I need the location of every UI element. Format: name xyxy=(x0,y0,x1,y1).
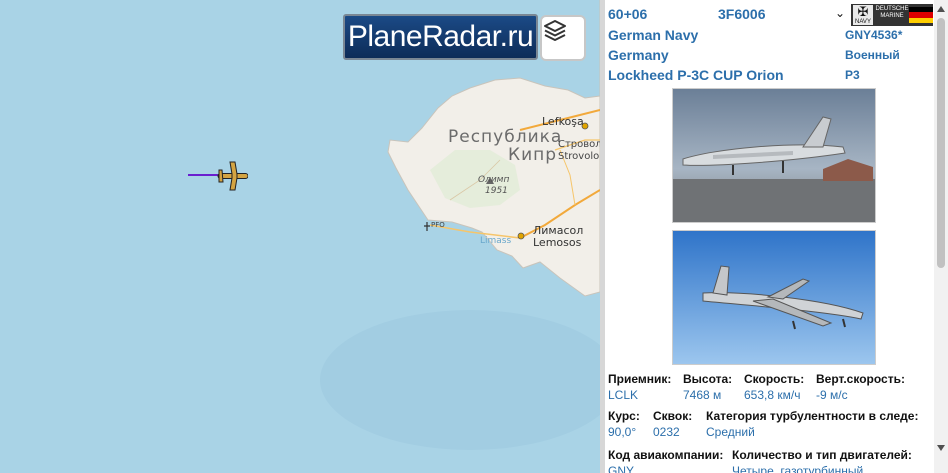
panel-scrollbar[interactable] xyxy=(934,0,948,473)
mountain-elevation: 1951 xyxy=(485,186,508,196)
city-label-lefkosa: Lefkoşa xyxy=(542,115,584,128)
scroll-up-arrow-icon[interactable] xyxy=(937,6,945,12)
airport-label-pfo: PFO xyxy=(431,221,445,229)
city-label-strovolos-ru: Строволо xyxy=(558,139,600,150)
callsign: GNY4536* xyxy=(845,28,903,42)
altitude-value: 7468 м xyxy=(683,388,722,402)
aircraft-model: Lockheed P-3C CUP Orion xyxy=(608,67,784,83)
speed-value: 653,8 км/ч xyxy=(744,388,801,402)
hex-code: 3F6006 xyxy=(718,6,766,22)
airline-field: Код авиакомпании: GNY xyxy=(608,448,723,473)
altitude-field: Высота: 7468 м xyxy=(683,372,732,402)
engines-label: Количество и тип двигателей: xyxy=(732,448,912,462)
badge-text: DEUTSCHE MARINE xyxy=(875,6,909,19)
wake-label: Категория турбулентности в следе: xyxy=(706,409,919,423)
course-field: Курс: 90,0° xyxy=(608,409,640,439)
city-label-strovolos: Strovolo xyxy=(558,151,600,162)
city-label-limassol: Lemosos xyxy=(533,236,582,249)
receiver-field: Приемник: LCLK xyxy=(608,372,671,402)
wake-value: Средний xyxy=(706,425,755,439)
vspeed-field: Верт.скорость: -9 м/с xyxy=(816,372,905,402)
country: Germany xyxy=(608,47,669,63)
country-label-2: Кипр xyxy=(508,145,558,165)
engines-field: Количество и тип двигателей: Четыре, газ… xyxy=(732,448,912,473)
squawk-label: Сквок: xyxy=(653,409,693,423)
vspeed-value: -9 м/с xyxy=(816,388,848,402)
engines-value: Четыре, газотурбинный xyxy=(732,464,864,473)
german-flag-icon xyxy=(909,7,933,23)
photo-1-image xyxy=(673,89,875,222)
type-code: P3 xyxy=(845,68,860,82)
mountain-label: Олимп xyxy=(478,175,510,185)
airline-label: Код авиакомпании: xyxy=(608,448,724,462)
registration: 60+06 xyxy=(608,6,648,22)
wake-field: Категория турбулентности в следе: Средни… xyxy=(706,409,918,439)
map-view[interactable]: Республика Кипр Lefkoşa Строволо Strovol… xyxy=(0,0,600,473)
layers-button[interactable] xyxy=(540,15,586,61)
speed-label: Скорость: xyxy=(744,372,805,386)
squawk-field: Сквок: 0232 xyxy=(653,409,692,439)
scroll-thumb[interactable] xyxy=(937,18,945,268)
layers-icon xyxy=(544,20,566,41)
planeradar-logo[interactable]: PlaneRadar.ru xyxy=(343,14,538,60)
receiver-value: LCLK xyxy=(608,388,639,402)
chevron-down-icon[interactable]: ⌄ xyxy=(835,6,845,20)
photo-2-image xyxy=(673,231,875,364)
speed-field: Скорость: 653,8 км/ч xyxy=(744,372,804,402)
aircraft-photo-2[interactable] xyxy=(672,230,876,365)
iron-cross-icon: ✠ NAVY xyxy=(853,5,873,25)
logo-text: PlaneRadar.ru xyxy=(347,20,534,53)
operator: German Navy xyxy=(608,27,699,43)
receiver-label: Приемник: xyxy=(608,372,672,386)
category: Военный xyxy=(845,48,900,62)
squawk-value: 0232 xyxy=(653,425,680,439)
country-label: Республика xyxy=(448,127,563,147)
vspeed-label: Верт.скорость: xyxy=(816,372,905,386)
bay-label: Limass xyxy=(480,236,512,246)
course-label: Курс: xyxy=(608,409,640,423)
aircraft-icon xyxy=(188,161,248,191)
aircraft-info-panel: 60+06 3F6006 ⌄ ✠ NAVY DEUTSCHE MARINE Ger… xyxy=(600,0,948,473)
course-value: 90,0° xyxy=(608,425,637,439)
altitude-label: Высота: xyxy=(683,372,733,386)
airline-value: GNY xyxy=(608,464,635,473)
scroll-down-arrow-icon[interactable] xyxy=(937,445,945,451)
operator-badge: ✠ NAVY DEUTSCHE MARINE xyxy=(851,4,933,26)
aircraft-marker[interactable] xyxy=(188,160,248,194)
aircraft-photo-1[interactable] xyxy=(672,88,876,223)
